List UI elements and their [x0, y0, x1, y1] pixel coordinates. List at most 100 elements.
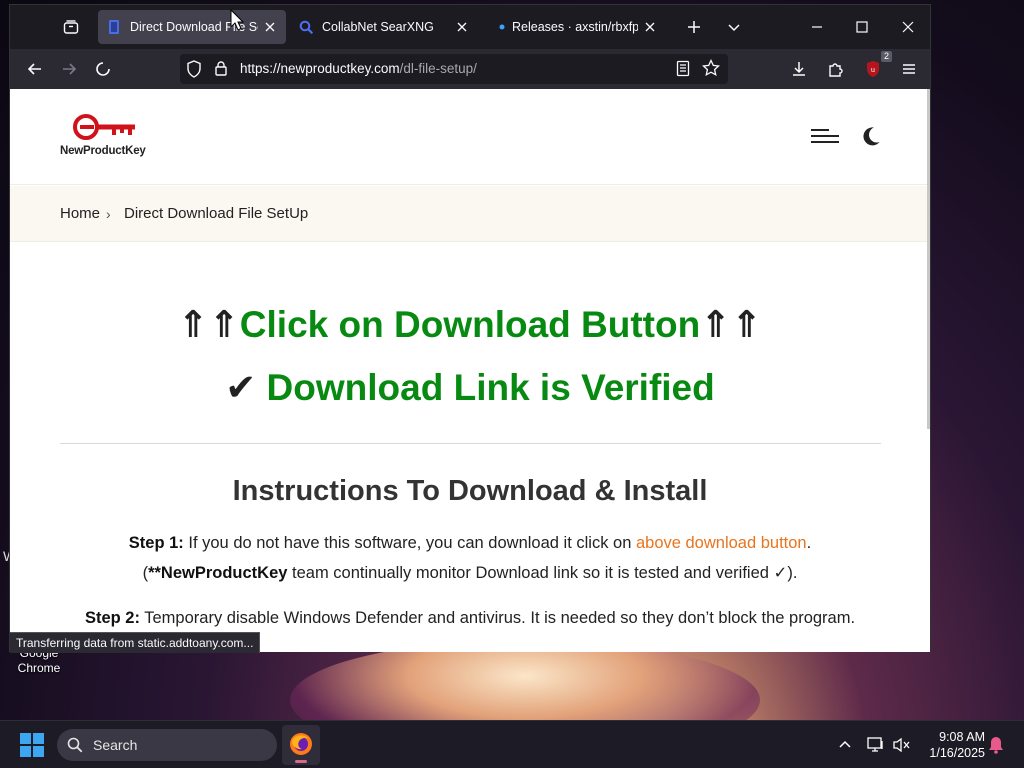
downloads-button[interactable]	[786, 57, 812, 81]
forward-button[interactable]	[56, 57, 82, 81]
browser-window: Direct Download File SetUp CollabNet Sea…	[9, 4, 931, 653]
step-2-text: Temporary disable Windows Defender and a…	[139, 609, 856, 627]
step-1: Step 1: If you do not have this software…	[30, 528, 910, 588]
close-tab-icon[interactable]	[454, 19, 470, 35]
chevron-down-icon	[728, 24, 740, 32]
extension-badge-count: 2	[880, 51, 892, 62]
firefox-icon	[290, 733, 312, 755]
close-icon	[902, 21, 914, 33]
address-bar[interactable]: https://newproductkey.com/dl-file-setup/	[180, 54, 728, 84]
notifications-button[interactable]	[986, 735, 1006, 755]
close-window-button[interactable]	[896, 15, 920, 39]
page-scrollbar[interactable]	[927, 89, 930, 429]
arrows-left: ⇑⇑	[177, 304, 240, 345]
reader-view-icon[interactable]	[676, 60, 690, 82]
start-button[interactable]	[20, 733, 44, 757]
search-icon	[67, 737, 83, 753]
page-favicon-icon	[106, 19, 122, 35]
web-page: NewProductKey Home › Direct Download Fil…	[10, 89, 930, 652]
close-tab-icon[interactable]	[262, 19, 278, 35]
url-text[interactable]: https://newproductkey.com/dl-file-setup/	[240, 61, 477, 76]
taskbar: Search 9:08 AM 1/16/2025	[0, 720, 1024, 768]
close-tab-icon[interactable]	[642, 19, 658, 35]
volume-button[interactable]	[892, 735, 912, 755]
taskbar-search[interactable]: Search	[57, 729, 277, 761]
app-menu-button[interactable]	[896, 57, 922, 81]
search-icon	[298, 19, 314, 35]
above-download-button-link[interactable]: above download button	[636, 534, 807, 552]
tab-direct-download[interactable]: Direct Download File SetUp	[98, 10, 286, 44]
divider	[60, 443, 881, 444]
team-name: **NewProductKey	[148, 564, 288, 582]
chevron-up-icon	[839, 740, 851, 748]
tracking-protection-shield-icon[interactable]	[186, 60, 202, 83]
download-headline: ⇑⇑Click on Download Button⇑⇑	[10, 303, 930, 346]
network-button[interactable]	[866, 735, 886, 755]
ublock-extension-button[interactable]: u 2	[860, 51, 892, 81]
back-button[interactable]	[22, 57, 48, 81]
svg-text:u: u	[871, 67, 875, 74]
status-bar: Transferring data from static.addtoany.c…	[10, 632, 261, 653]
arrow-right-icon	[63, 63, 77, 75]
verified-text: Download Link is Verified	[266, 367, 715, 408]
new-tab-button[interactable]	[682, 15, 706, 39]
minimize-button[interactable]	[805, 15, 829, 39]
search-placeholder: Search	[93, 737, 138, 753]
tab-title: CollabNet SearXNG	[322, 20, 434, 34]
extensions-button[interactable]	[822, 57, 848, 81]
verified-headline: ✔ Download Link is Verified	[10, 366, 930, 409]
puzzle-piece-icon	[829, 63, 843, 77]
hamburger-menu-icon	[903, 64, 915, 74]
lock-icon[interactable]	[214, 60, 228, 82]
step-2-label: Step 2:	[84, 609, 140, 627]
logo-text: NewProductKey	[60, 145, 146, 157]
site-logo[interactable]: NewProductKey	[60, 113, 150, 161]
tab-title: Releases · axstin/rbxfpsunlocker	[512, 20, 638, 34]
step-2: Step 2: Temporary disable Windows Defend…	[70, 603, 870, 633]
step-1-end: .	[806, 534, 812, 552]
breadcrumb-separator: ›	[106, 206, 111, 222]
dark-mode-toggle[interactable]	[860, 125, 884, 149]
step-1-text: If you do not have this software, you ca…	[183, 534, 636, 552]
bookmark-star-icon[interactable]	[702, 58, 720, 82]
step-1-label: Step 1:	[128, 534, 184, 552]
breadcrumb-current: Direct Download File SetUp	[124, 205, 309, 222]
tab-searxng[interactable]: CollabNet SearXNG	[290, 10, 478, 44]
maximize-button[interactable]	[850, 15, 874, 39]
clock-time: 9:08 AM	[939, 730, 985, 744]
menu-lines-icon	[811, 129, 839, 143]
tab-releases[interactable]: Releases · axstin/rbxfpsunlocker	[490, 10, 666, 44]
running-indicator	[295, 760, 307, 763]
tray-overflow-button[interactable]	[835, 735, 855, 755]
bell-icon	[989, 737, 1003, 754]
moon-icon	[863, 127, 880, 146]
instructions-heading: Instructions To Download & Install	[232, 475, 708, 507]
arrow-left-icon	[27, 63, 41, 75]
checkmark: ✔	[225, 367, 257, 408]
minimize-icon	[812, 26, 822, 28]
site-menu-button[interactable]	[810, 127, 840, 145]
step-1-note: team continually monitor Download link s…	[287, 564, 798, 582]
stop-loading-button[interactable]	[90, 57, 116, 81]
breadcrumb: Home › Direct Download File SetUp	[10, 186, 930, 242]
maximize-icon	[856, 21, 868, 33]
taskbar-firefox[interactable]	[282, 725, 320, 765]
network-monitor-icon	[867, 737, 883, 752]
windows-logo-icon	[20, 733, 44, 757]
speaker-muted-icon	[893, 737, 910, 753]
breadcrumb-home-link[interactable]: Home	[60, 205, 100, 222]
url-path: /dl-file-setup/	[399, 61, 477, 76]
plus-icon	[688, 21, 700, 33]
ublock-shield-icon: u	[867, 61, 879, 77]
loading-dot-icon	[498, 19, 506, 35]
key-logo-icon	[73, 114, 135, 140]
mouse-cursor-icon	[230, 9, 244, 31]
download-icon	[793, 62, 805, 76]
list-all-tabs-button[interactable]	[722, 15, 746, 39]
arrows-right: ⇑⇑	[700, 304, 763, 345]
headline-text: Click on Download Button	[239, 304, 701, 345]
tab-bar: Direct Download File SetUp CollabNet Sea…	[10, 5, 930, 49]
tab-list-button[interactable]	[56, 15, 86, 39]
url-host: https://newproductkey.com	[240, 61, 400, 76]
taskbar-clock[interactable]: 9:08 AM 1/16/2025	[915, 729, 985, 761]
